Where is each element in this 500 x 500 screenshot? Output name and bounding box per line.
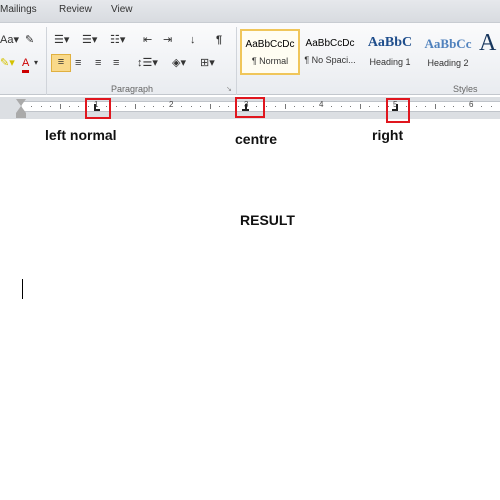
first-line-indent-marker[interactable] — [16, 99, 26, 106]
ruler-number: 6 — [469, 100, 474, 109]
ruler-tick — [415, 106, 417, 107]
ruler-tick — [125, 106, 127, 107]
highlight-box-right — [386, 98, 410, 123]
tab-view[interactable]: View — [111, 4, 133, 15]
highlight-box-centre — [235, 97, 265, 118]
style-no-spacing[interactable]: AaBbCcDc ¶ No Spaci... — [300, 29, 360, 75]
ruler-tick — [378, 106, 380, 107]
document-result-text: RESULT — [240, 212, 295, 228]
ruler-tick — [275, 106, 277, 107]
ruler-tick — [143, 106, 145, 107]
ruler-tick — [87, 106, 89, 107]
align-right-icon[interactable]: ≡ — [95, 56, 101, 70]
line-spacing-icon[interactable]: ↕☰▾ — [137, 56, 158, 70]
ribbon: Aa▾ ✎ ✎▾ A ▾ ☰▾ ☰▾ ☷▾ ⇤ ⇥ ↓ ¶ ≡ ≡ ≡ ≡ ↕☰… — [0, 22, 500, 95]
label-left-normal: left normal — [45, 127, 117, 143]
paragraph-group-label: Paragraph — [111, 84, 154, 94]
text-cursor — [22, 279, 23, 299]
label-centre: centre — [235, 131, 278, 147]
ruler-tick — [434, 104, 436, 109]
sort-icon[interactable]: ↓ — [190, 33, 196, 47]
pilcrow-icon[interactable]: ¶ — [216, 33, 222, 47]
style-heading-1[interactable]: AaBbC Heading 1 — [360, 29, 420, 75]
align-left-icon[interactable]: ≡ — [51, 54, 71, 72]
ruler-tick — [190, 106, 192, 107]
ruler-number: 4 — [319, 100, 324, 109]
ruler-tick — [50, 106, 52, 107]
ruler-tick — [490, 106, 492, 107]
ruler-tick — [387, 106, 389, 107]
ruler-tick — [256, 106, 258, 107]
ruler-tick — [462, 106, 464, 107]
highlight-box-left — [85, 98, 111, 119]
ruler-tick — [303, 106, 305, 107]
ruler-tick — [209, 104, 211, 109]
style-title[interactable]: A — [478, 29, 500, 75]
ruler-tick — [265, 106, 267, 107]
ruler-tick — [162, 106, 164, 107]
align-center-icon[interactable]: ≡ — [75, 56, 81, 70]
ruler-tick — [368, 106, 370, 107]
ruler-tick — [134, 104, 136, 109]
ruler-tick — [106, 106, 108, 107]
decrease-indent-icon[interactable]: ⇤ — [143, 33, 152, 47]
ruler-tick — [68, 106, 70, 107]
ruler-tick — [359, 104, 361, 109]
dialog-launcher-icon[interactable]: ↘ — [226, 83, 232, 97]
clear-format-icon[interactable]: ✎ — [25, 33, 34, 47]
ruler-tick — [218, 106, 220, 107]
ruler-tick — [200, 106, 202, 107]
tab-review[interactable]: Review — [59, 4, 92, 15]
style-normal[interactable]: AaBbCcDc ¶ Normal — [240, 29, 300, 75]
ruler-tick — [78, 106, 80, 107]
ruler-tick — [312, 106, 314, 107]
ruler-tick — [481, 106, 483, 107]
font-color-icon[interactable]: A — [22, 56, 30, 73]
ruler-tick — [237, 106, 239, 107]
justify-icon[interactable]: ≡ — [113, 56, 119, 70]
ruler-tick — [115, 106, 117, 107]
ruler-tick — [453, 106, 455, 107]
ruler-tick — [31, 106, 33, 107]
font-color-dropdown-icon[interactable]: ▾ — [34, 56, 38, 70]
highlight-icon[interactable]: ✎▾ — [0, 56, 15, 70]
ruler-tick — [340, 106, 342, 107]
style-heading-2[interactable]: AaBbCc Heading 2 — [418, 29, 478, 75]
left-indent-marker[interactable] — [16, 113, 26, 118]
ruler-tick — [228, 106, 230, 107]
increase-indent-icon[interactable]: ⇥ — [163, 33, 172, 47]
ruler-tick — [284, 104, 286, 109]
styles-group-label: Styles — [453, 84, 478, 94]
change-case-icon[interactable]: Aa▾ — [0, 33, 19, 47]
multilevel-list-icon[interactable]: ☷▾ — [110, 33, 125, 47]
bullets-icon[interactable]: ☰▾ — [54, 33, 69, 47]
ruler-number: 2 — [169, 100, 174, 109]
ruler-tick — [406, 106, 408, 107]
ruler-tick — [293, 106, 295, 107]
ruler-tick — [40, 106, 42, 107]
label-right: right — [372, 127, 404, 143]
ruler-tick — [59, 104, 61, 109]
shading-icon[interactable]: ◈▾ — [172, 56, 186, 70]
ruler-tick — [181, 106, 183, 107]
hanging-indent-marker[interactable] — [16, 106, 26, 113]
ruler-tick — [350, 106, 352, 107]
borders-icon[interactable]: ⊞▾ — [200, 56, 215, 70]
ruler-tick — [443, 106, 445, 107]
ruler-tick — [425, 106, 427, 107]
tab-mailings[interactable]: Mailings — [0, 4, 37, 15]
numbering-icon[interactable]: ☰▾ — [82, 33, 97, 47]
ruler-tick — [331, 106, 333, 107]
ruler-tick — [153, 106, 155, 107]
ribbon-tabs: Mailings Review View — [0, 0, 500, 22]
